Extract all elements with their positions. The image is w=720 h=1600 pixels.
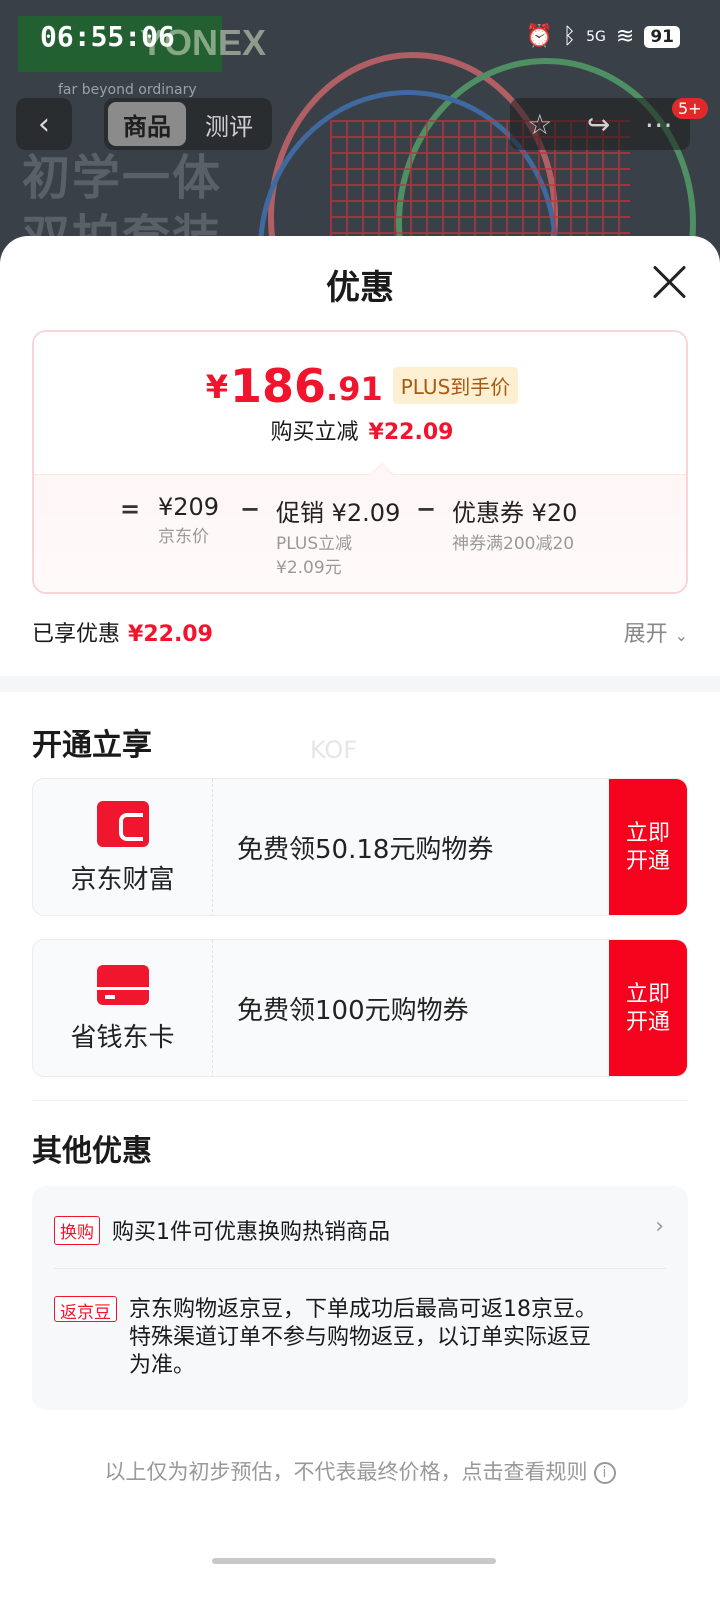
promo-name: 京东财富: [70, 864, 175, 895]
wallet-icon: [96, 800, 149, 847]
card-icon: [96, 964, 149, 1005]
expand-label: 展开: [623, 622, 668, 647]
more-icon[interactable]: ⋯: [645, 108, 673, 141]
rules-note-text: 以上仅为初步预估，不代表最终价格，点击查看规则: [104, 1460, 588, 1484]
enjoyed-amount: ¥22.09: [128, 622, 213, 647]
price-breakdown: = ¥209 京东价 − 促销 ¥2.09 PLUS立减 ¥2.09元 − 优惠…: [34, 462, 686, 592]
tab-review[interactable]: 测评: [190, 102, 268, 146]
signal-icon: 5G: [586, 28, 606, 45]
promo-name: 省钱东卡: [70, 1022, 175, 1053]
star-icon[interactable]: ☆: [527, 108, 552, 141]
chevron-right-icon[interactable]: ›: [655, 1214, 664, 1239]
chevron-left-icon: ‹: [38, 106, 50, 142]
sheet-title: 优惠: [326, 268, 394, 308]
promo-description: 免费领50.18元购物券: [237, 835, 494, 865]
save-row: 购买立减 ¥22.09: [34, 414, 686, 446]
jingdou-text: 京东购物返京豆，下单成功后最高可返18京豆。特殊渠道订单不参与购物返豆，以订单实…: [129, 1297, 597, 1378]
trade-in-row[interactable]: 换购 购买1件可优惠换购热销商品: [54, 1214, 390, 1246]
divider: [32, 1100, 688, 1101]
bluetooth-icon: ᛒ: [562, 24, 577, 49]
minus-sign: −: [416, 495, 437, 523]
save-amount: ¥22.09: [368, 420, 454, 445]
price-card: ¥ 186 .91 PLUS到手价 购买立减 ¥22.09 = ¥209 京东价 …: [32, 330, 688, 594]
alarm-icon: ⏰: [525, 24, 553, 49]
chevron-down-icon: ⌄: [674, 626, 688, 645]
promo-brand: 省钱东卡: [33, 940, 213, 1076]
enjoyed-label: 已享优惠: [32, 622, 121, 647]
final-price: ¥ 186 .91 PLUS到手价: [34, 359, 686, 413]
equals-sign: =: [120, 495, 141, 523]
nav-tabs: 商品 测评: [104, 98, 272, 150]
battery-icon: 91: [644, 25, 680, 48]
discount-sheet: 优惠 ¥ 186 .91 PLUS到手价 购买立减 ¥22.09 = ¥209 京…: [0, 236, 720, 1600]
promo-brand: 京东财富: [33, 779, 213, 915]
price-symbol: ¥: [205, 368, 228, 406]
nav-actions: ☆ ↪ ⋯: [510, 98, 690, 150]
trade-in-tag: 换购: [54, 1215, 100, 1245]
other-discounts: 换购 购买1件可优惠换购热销商品 › 返京豆 京东购物返京豆，下单成功后最高可返…: [32, 1186, 688, 1410]
status-icons: ⏰ ᛒ 5G ≋ 91: [526, 24, 680, 49]
rules-note[interactable]: 以上仅为初步预估，不代表最终价格，点击查看规则 i: [0, 1456, 720, 1486]
brand-tagline: far beyond ordinary: [58, 82, 197, 98]
breakdown-main: 促销 ¥2.09: [276, 499, 401, 527]
breakdown-item: ¥209 京东价: [158, 493, 219, 549]
save-label: 购买立减: [270, 420, 359, 445]
home-indicator[interactable]: [212, 1558, 496, 1564]
breakdown-main: ¥209: [158, 493, 220, 521]
slogan-line: 初学一体: [22, 150, 223, 206]
promo-card-wealth[interactable]: 京东财富 免费领50.18元购物券 立即开通: [32, 778, 688, 916]
breakdown-main: 优惠券 ¥20: [452, 499, 578, 527]
other-section-title: 其他优惠: [32, 1134, 152, 1169]
status-time: 06:55:06: [40, 20, 175, 53]
open-section-title: 开通立享: [32, 728, 152, 763]
breakdown-item: 促销 ¥2.09 PLUS立减 ¥2.09元: [276, 493, 400, 580]
back-button[interactable]: ‹: [16, 98, 72, 150]
price-integer: 186: [230, 359, 327, 413]
price-summary: ¥ 186 .91 PLUS到手价 购买立减 ¥22.09: [34, 332, 686, 474]
tab-product[interactable]: 商品: [108, 102, 186, 146]
watermark: KOF: [310, 736, 358, 764]
close-icon[interactable]: [650, 262, 690, 302]
breakdown-sub: PLUS立减 ¥2.09元: [276, 534, 353, 578]
open-now-button[interactable]: 立即开通: [609, 940, 687, 1076]
enjoyed-discount: 已享优惠 ¥22.09: [32, 616, 213, 648]
wifi-icon: ≋: [615, 24, 635, 49]
promo-description: 免费领100元购物券: [237, 996, 469, 1026]
jingdou-tag: 返京豆: [54, 1296, 117, 1323]
section-gap: [0, 676, 720, 692]
breakdown-item: 优惠券 ¥20 神券满200减20: [452, 493, 577, 556]
trade-in-text: 购买1件可优惠换购热销商品: [112, 1220, 390, 1245]
status-bar: 06:55:06 ⏰ ᛒ 5G ≋ 91: [0, 0, 720, 80]
expand-button[interactable]: 展开 ⌄: [624, 616, 688, 648]
share-icon[interactable]: ↪: [587, 108, 610, 141]
divider: [54, 1268, 666, 1269]
promo-card-savings[interactable]: 省钱东卡 免费领100元购物券 立即开通: [32, 939, 688, 1077]
jingdou-row: 返京豆 京东购物返京豆，下单成功后最高可返18京豆。特殊渠道订单不参与购物返豆，…: [54, 1296, 609, 1380]
message-badge: 5+: [672, 98, 708, 119]
price-decimal: .91: [326, 370, 383, 408]
minus-sign: −: [240, 495, 261, 523]
breakdown-sub: 京东价: [158, 527, 209, 547]
breakdown-sub: 神券满200减20: [452, 534, 575, 554]
open-now-button[interactable]: 立即开通: [609, 779, 687, 915]
plus-price-tag: PLUS到手价: [392, 367, 519, 404]
info-icon[interactable]: i: [593, 1462, 616, 1484]
